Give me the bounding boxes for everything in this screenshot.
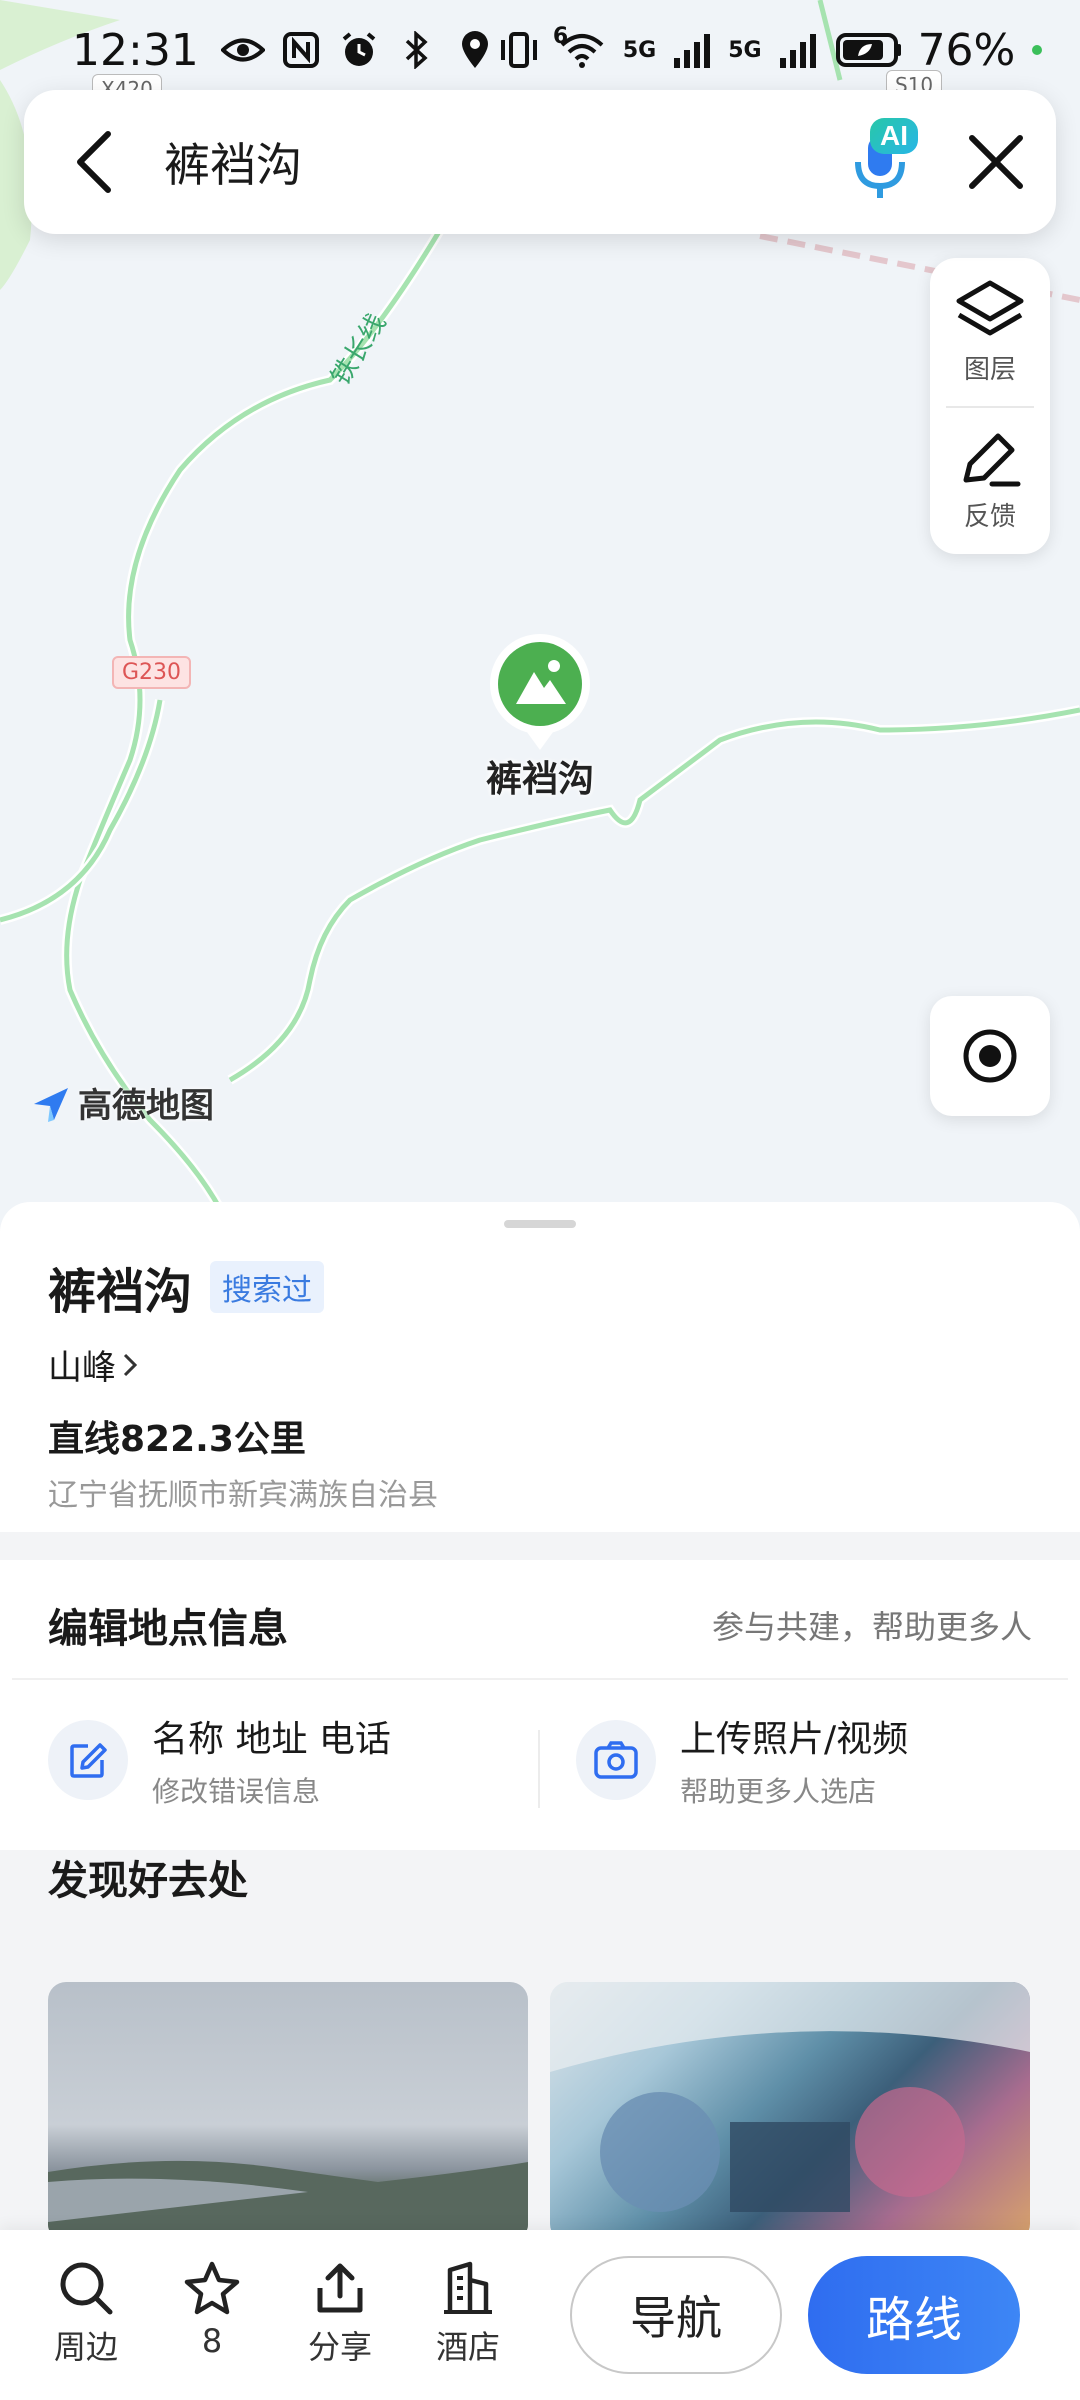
share-icon — [317, 2263, 363, 2313]
signal-label-1: 5G — [622, 37, 657, 63]
discover-photo-aquarium[interactable] — [550, 1982, 1030, 2242]
discover-photo-lake[interactable] — [48, 1982, 528, 2242]
searched-tag: 搜索过 — [210, 1261, 325, 1313]
edit-info-card: 编辑地点信息 参与共建，帮助更多人 名称 地址 电话 修改错误信息 上传照片/视… — [0, 1560, 1080, 1850]
wifi-icon: 6 — [553, 24, 609, 70]
poi-category[interactable]: 山峰 — [48, 1340, 138, 1389]
edit-pen-icon — [963, 433, 1021, 486]
signal-icon-1 — [670, 30, 714, 70]
discover-title: 发现好去处 — [48, 1858, 248, 1904]
vibrate-icon — [497, 30, 541, 70]
amap-logo-icon — [34, 1087, 68, 1122]
chevron-right-icon — [123, 1353, 138, 1376]
back-arrow-icon — [77, 131, 111, 193]
edit-item2-sub: 帮助更多人选店 — [680, 1775, 877, 1808]
battery-icon — [834, 30, 904, 70]
poi-marker-label: 裤裆沟 — [485, 759, 594, 800]
poi-bottom-sheet: 裤裆沟 搜索过 山峰 直线822.3公里 辽宁省抚顺市新宾满族自治县 编辑地点信… — [0, 1202, 1080, 2400]
map-tools-panel: 图层 反馈 — [930, 258, 1050, 554]
signal-label-2: 5G — [728, 37, 762, 63]
status-bar: 12:31 6 5G 5G 76% — [0, 0, 1080, 100]
divider — [538, 1730, 540, 1808]
layers-icon — [956, 280, 1024, 335]
road-tag-g230: G230 — [112, 656, 192, 689]
poi-address: 辽宁省抚顺市新宾满族自治县 — [48, 1478, 438, 1513]
signal-icon-2 — [776, 30, 820, 70]
navigate-button[interactable]: 导航 — [570, 2256, 782, 2374]
status-time: 12:31 — [72, 24, 199, 76]
feedback-label: 反馈 — [963, 501, 1016, 532]
search-icon — [60, 2262, 113, 2315]
back-button[interactable] — [24, 90, 164, 234]
edit-item2-main: 上传照片/视频 — [680, 1719, 909, 1760]
upload-photo-video[interactable]: 上传照片/视频 帮助更多人选店 — [576, 1710, 908, 1810]
nearby-button[interactable]: 周边 — [36, 2260, 136, 2368]
hotel-button[interactable]: 酒店 — [418, 2260, 518, 2368]
search-bar: 裤裆沟 AI — [24, 90, 1056, 234]
hotel-label: 酒店 — [435, 2328, 500, 2366]
edit-name-address-phone[interactable]: 名称 地址 电话 修改错误信息 — [48, 1710, 391, 1810]
status-dot — [1029, 30, 1045, 70]
favorite-button[interactable]: 8 — [162, 2260, 262, 2360]
poi-summary-card[interactable]: 裤裆沟 搜索过 山峰 直线822.3公里 辽宁省抚顺市新宾满族自治县 — [0, 1202, 1080, 1532]
layers-label: 图层 — [963, 354, 1016, 385]
hotel-building-icon — [444, 2261, 492, 2314]
edit-info-title: 编辑地点信息 — [48, 1606, 288, 1652]
close-icon — [969, 135, 1023, 189]
poi-title: 裤裆沟 — [48, 1264, 193, 1320]
location-icon — [453, 30, 497, 70]
share-button[interactable]: 分享 — [290, 2260, 390, 2368]
eye-icon — [220, 30, 265, 70]
ai-voice-button[interactable]: AI — [826, 90, 936, 234]
edit-item1-main: 名称 地址 电话 — [152, 1719, 391, 1760]
alarm-icon — [337, 30, 381, 70]
discover-photos — [48, 1982, 1030, 2242]
edit-icon — [48, 1720, 128, 1800]
share-label: 分享 — [307, 2328, 372, 2366]
nearby-label: 周边 — [53, 2328, 118, 2366]
close-button[interactable] — [936, 90, 1056, 234]
edit-item1-sub: 修改错误信息 — [152, 1775, 321, 1808]
poi-category-label: 山峰 — [48, 1348, 116, 1388]
wifi-badge: 6 — [552, 24, 569, 49]
locate-icon — [963, 1029, 1017, 1083]
poi-marker[interactable] — [488, 632, 592, 752]
feedback-button[interactable]: 反馈 — [946, 406, 1034, 554]
sheet-drag-handle[interactable] — [504, 1220, 576, 1228]
poi-distance: 直线822.3公里 — [48, 1419, 306, 1460]
layers-button[interactable]: 图层 — [930, 258, 1050, 406]
amap-logo: 高德地图 — [30, 1078, 214, 1127]
search-input[interactable]: 裤裆沟 — [164, 129, 826, 195]
battery-percent: 76% — [917, 24, 1016, 76]
amap-logo-text: 高德地图 — [78, 1086, 214, 1126]
star-icon — [184, 2261, 240, 2315]
locate-me-button[interactable] — [930, 996, 1050, 1116]
ai-badge: AI — [870, 118, 918, 154]
divider — [12, 1678, 1068, 1680]
nfc-icon — [279, 30, 323, 70]
edit-info-hint: 参与共建，帮助更多人 — [711, 1608, 1032, 1646]
favorites-count: 8 — [201, 2322, 223, 2360]
camera-icon — [576, 1720, 656, 1800]
bottom-action-bar: 周边 8 分享 酒店 导航 路线 — [0, 2230, 1080, 2400]
bluetooth-icon — [395, 30, 439, 70]
route-button[interactable]: 路线 — [808, 2256, 1020, 2374]
